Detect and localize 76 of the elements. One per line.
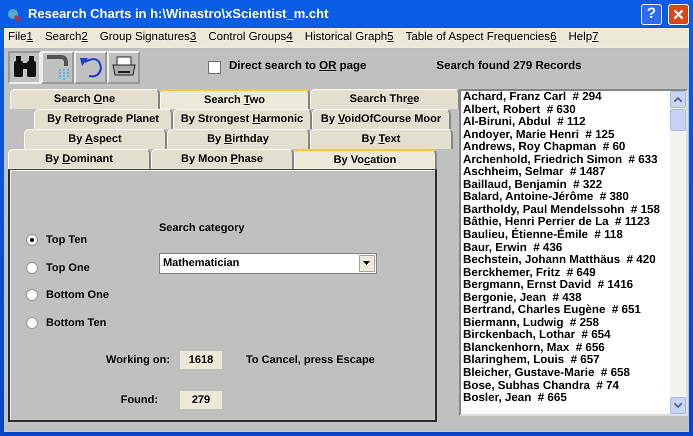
search-status: Search found 279 Records [436,59,582,74]
toolbar-button[interactable] [107,50,140,84]
toolbar-button[interactable] [74,50,107,84]
close-icon[interactable] [668,4,689,24]
record-item[interactable]: Andoyer, Marie Henri # 125 [463,128,670,142]
menu-item[interactable]: Control Groups4 [208,29,293,47]
radio-button[interactable] [26,289,38,302]
dropdown-arrow-icon [363,261,370,265]
tab[interactable]: Search One [10,89,160,109]
record-item[interactable]: Bechstein, Johann Matthäus # 420 [463,254,670,267]
record-item[interactable]: Birckenbach, Lothar # 654 [463,329,670,342]
tab[interactable]: By Dominant [8,149,151,169]
tab[interactable]: By Strongest Harmonic [173,109,312,129]
tab[interactable]: By Birthday [167,129,310,149]
working-on-value: 1618 [180,351,222,369]
found-label: Found: [120,392,159,408]
record-item[interactable]: Baur, Erwin # 436 [463,242,670,254]
tab[interactable]: Search Two [160,89,310,109]
tab[interactable]: Search Three [310,89,460,109]
menu-item[interactable]: Search2 [44,29,88,47]
faucet-icon [44,53,70,81]
working-on-label: Working on: [105,352,171,368]
radio-button[interactable] [26,262,38,274]
window-title: Research Charts in h:\Winastro\xScientist_m.cht [28,5,328,24]
binoculars-icon [12,55,38,79]
tab[interactable]: By Vocation [294,149,437,169]
toolbar-button[interactable] [41,50,74,84]
menu-item[interactable]: Table of Aspect Frequencies6 [406,29,556,47]
scroll-up-button[interactable] [670,91,686,108]
record-item[interactable]: Al-Biruni, Abdul # 112 [463,116,670,129]
menu-item[interactable]: Historical Graph5 [304,29,394,47]
record-item[interactable]: Bergmann, Ernst David # 1416 [463,279,670,292]
record-item[interactable]: Blaringhem, Louis # 657 [463,354,670,368]
radio-label[interactable]: Top One [46,260,90,276]
help-button[interactable]: ? [641,4,662,24]
record-item[interactable]: Bergonie, Jean # 438 [463,292,670,304]
record-item[interactable]: Berckhemer, Fritz # 649 [463,266,670,280]
record-item[interactable]: Andrews, Roy Chapman # 60 [463,141,670,154]
radio-label[interactable]: Bottom Ten [46,314,106,331]
tab[interactable]: By VoidOfCourse Moor [312,109,451,129]
toolbar-button[interactable] [8,50,41,84]
record-item[interactable]: Achard, Franz Carl # 294 [463,91,670,104]
category-dropdown[interactable]: Mathematician [158,252,377,274]
record-item[interactable]: Bertrand, Charles Eugène # 651 [463,304,670,317]
tab[interactable]: By Moon Phase [151,149,294,169]
radio-button[interactable] [26,316,38,329]
record-item[interactable]: Archenhold, Friedrich Simon # 633 [463,154,670,166]
scroll-down-button[interactable] [670,397,686,414]
tab[interactable]: By Retrograde Planet [34,109,173,129]
record-item[interactable]: Bleicher, Gustave-Marie # 658 [463,367,670,380]
record-item[interactable]: Bartholdy, Paul Mendelssohn # 158 [463,204,670,216]
tab[interactable]: By Text [310,129,453,149]
record-item[interactable]: Baillaud, Benjamin # 322 [463,178,670,192]
radio-label[interactable]: Bottom One [46,287,109,304]
search-category-label: Search category [158,221,246,236]
scrollbar[interactable] [670,91,686,414]
menu-item[interactable]: Group Signatures3 [100,29,196,47]
checkbox[interactable] [208,60,221,74]
menu-item[interactable]: File1 [8,29,33,47]
record-item[interactable]: Bose, Subhas Chandra # 74 [463,380,670,392]
radio-button[interactable] [26,234,38,246]
record-item[interactable]: Bosler, Jean # 665 [463,392,670,405]
tab[interactable]: By Aspect [24,129,167,149]
record-item[interactable]: Aschheim, Selmar # 1487 [463,166,670,179]
record-item[interactable]: Blanckenhorn, Max # 656 [463,342,670,354]
record-item[interactable]: Balard, Antoine-Jérôme # 380 [463,191,670,204]
found-value: 279 [180,391,222,409]
record-item[interactable]: Biermann, Ludwig # 258 [463,316,670,330]
scroll-thumb[interactable] [670,109,686,131]
radio-label[interactable]: Top Ten [46,232,88,248]
record-item[interactable]: Albert, Robert # 630 [463,104,670,116]
record-item[interactable]: Baulieu, Étienne-Émile # 118 [463,229,670,242]
menu-item[interactable]: Help7 [568,29,599,47]
cancel-hint: To Cancel, press Escape [246,352,375,368]
checkbox-label[interactable]: Direct search to OR page [229,58,366,76]
app-icon [6,6,22,22]
